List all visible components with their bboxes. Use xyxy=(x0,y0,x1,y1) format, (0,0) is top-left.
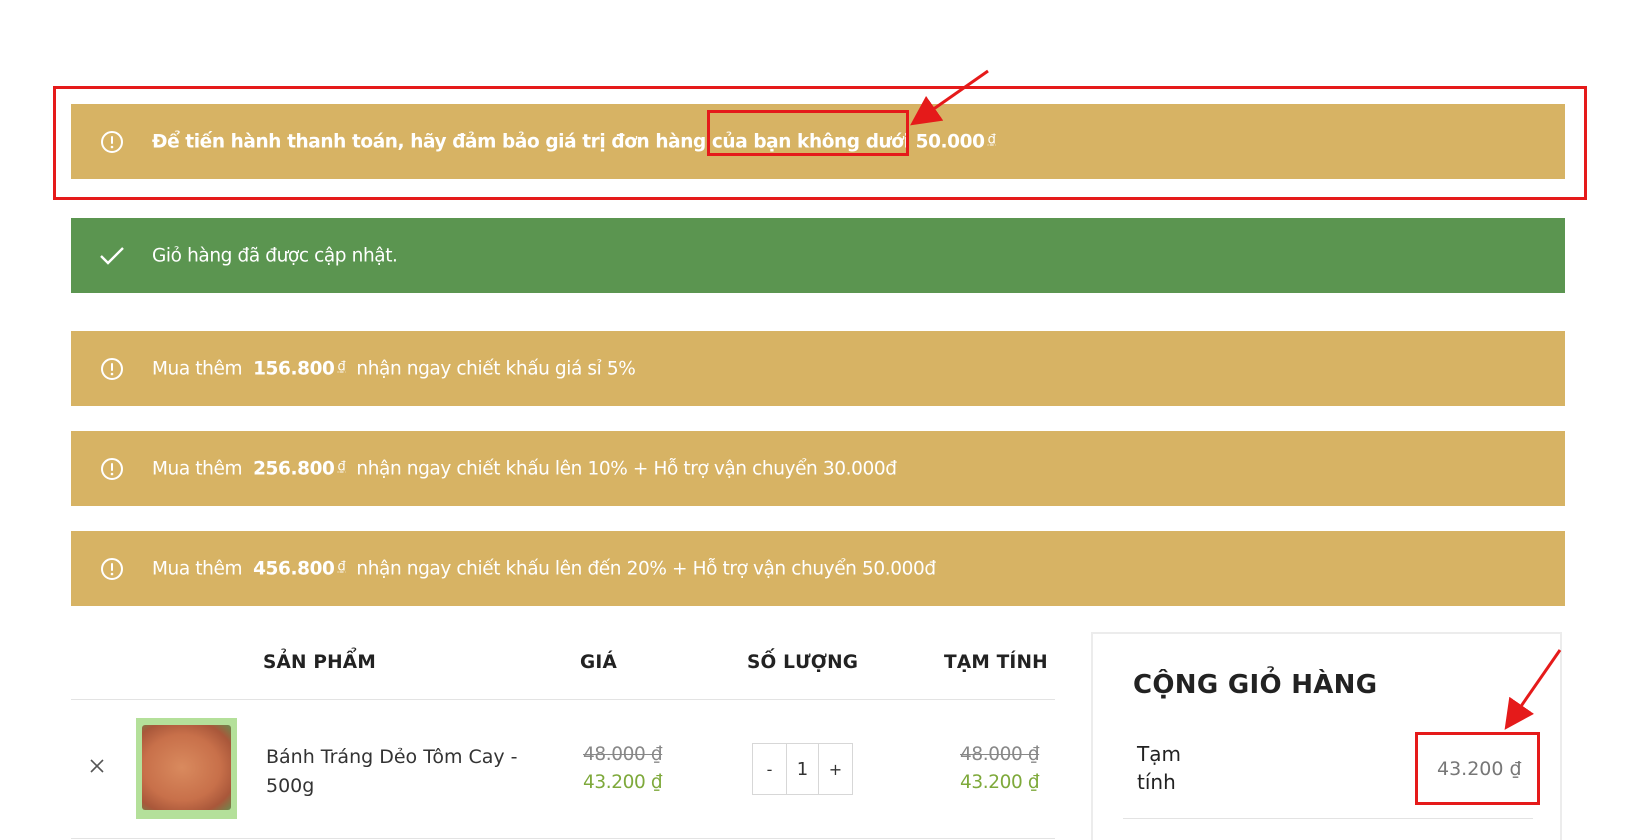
annotation-arrows xyxy=(910,69,1562,730)
annotation-arrow xyxy=(910,69,989,126)
annotation-arrow xyxy=(1504,649,1562,730)
